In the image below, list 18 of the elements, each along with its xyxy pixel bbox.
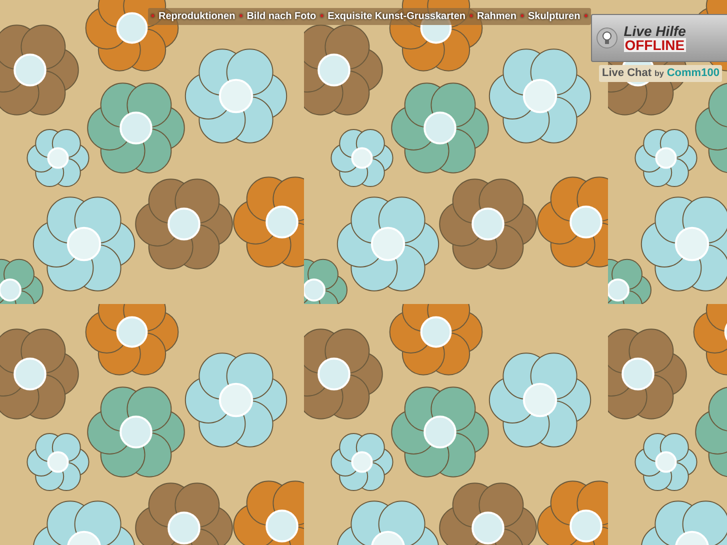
- bullet-separator: •: [469, 10, 473, 24]
- status-text: OFFLINE: [624, 38, 686, 52]
- live-help-button[interactable]: Live Hilfe OFFLINE: [590, 14, 727, 62]
- bullet-separator: •: [584, 10, 588, 24]
- nav-link[interactable]: Reproduktionen: [158, 9, 236, 24]
- by-label: by: [654, 68, 664, 80]
- nav-link[interactable]: Skulpturen: [528, 9, 580, 24]
- provider-link[interactable]: Comm100: [666, 65, 720, 82]
- live-chat-label: Live Chat: [602, 66, 652, 81]
- bullet-separator: •: [239, 10, 243, 24]
- bullet-separator: •: [320, 10, 324, 24]
- nav-link[interactable]: Rahmen: [477, 9, 516, 24]
- bullet-separator: •: [520, 10, 524, 24]
- live-help-title: Live Hilfe: [624, 24, 686, 38]
- nav-link[interactable]: Bild nach Foto: [246, 9, 316, 24]
- bullet-separator: •: [151, 10, 155, 24]
- nav-link[interactable]: Exquisite Kunst-Grusskarten: [328, 9, 466, 24]
- light-bulb-icon: [596, 27, 618, 49]
